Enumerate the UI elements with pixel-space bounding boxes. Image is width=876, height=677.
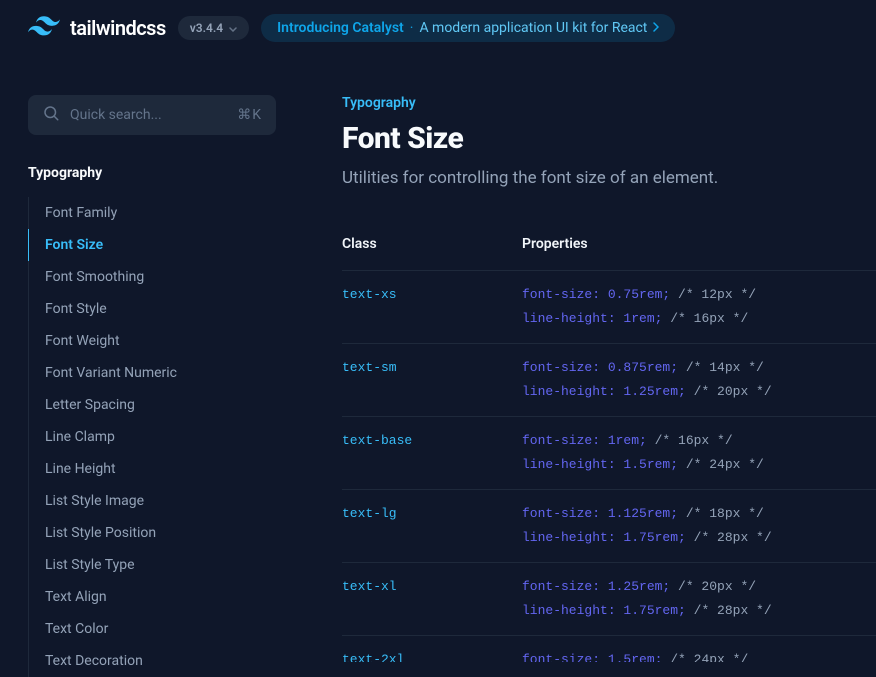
search-placeholder: Quick search... bbox=[70, 107, 162, 123]
table-row: text-base font-size: 1rem; /* 16px */line… bbox=[342, 417, 876, 490]
table-row: text-xs font-size: 0.75rem; /* 12px */lin… bbox=[342, 271, 876, 344]
utility-class: text-xs bbox=[342, 287, 397, 302]
sidebar-item-list-style-image[interactable]: List Style Image bbox=[28, 485, 292, 517]
header: tailwindcss v3.4.4 Introducing Catalyst … bbox=[0, 0, 876, 55]
nav-section-title: Typography bbox=[28, 165, 292, 181]
page-desc: Utilities for controlling the font size … bbox=[342, 168, 876, 188]
sidebar-item-letter-spacing[interactable]: Letter Spacing bbox=[28, 389, 292, 421]
version-label: v3.4.4 bbox=[190, 21, 223, 35]
brand-name: tailwindcss bbox=[70, 16, 166, 40]
sidebar-item-font-weight[interactable]: Font Weight bbox=[28, 325, 292, 357]
page-title: Font Size bbox=[342, 121, 876, 156]
sidebar-item-line-height[interactable]: Line Height bbox=[28, 453, 292, 485]
main-content: Typography Font Size Utilities for contr… bbox=[292, 55, 876, 662]
promo-banner[interactable]: Introducing Catalyst · A modern applicat… bbox=[261, 14, 675, 42]
sidebar-item-font-smoothing[interactable]: Font Smoothing bbox=[28, 261, 292, 293]
promo-title: Introducing Catalyst bbox=[277, 20, 404, 36]
search-icon bbox=[42, 104, 60, 126]
utility-properties: font-size: 0.875rem; /* 14px */line-heig… bbox=[522, 356, 876, 404]
table-head-properties: Properties bbox=[522, 236, 876, 271]
utility-class: text-2xl bbox=[342, 652, 404, 662]
sidebar-item-line-clamp[interactable]: Line Clamp bbox=[28, 421, 292, 453]
chevron-right-icon bbox=[653, 21, 659, 35]
utilities-table: Class Properties text-xs font-size: 0.75r… bbox=[342, 236, 876, 662]
breadcrumb[interactable]: Typography bbox=[342, 95, 876, 111]
sidebar: Quick search... ⌘K Typography Font Famil… bbox=[0, 55, 292, 662]
logo-link[interactable]: tailwindcss bbox=[28, 16, 166, 40]
table-row: text-sm font-size: 0.875rem; /* 14px */li… bbox=[342, 344, 876, 417]
utility-properties: font-size: 1.5rem; /* 24px */ bbox=[522, 648, 876, 662]
sidebar-item-font-family[interactable]: Font Family bbox=[28, 197, 292, 229]
sidebar-item-text-align[interactable]: Text Align bbox=[28, 581, 292, 613]
utility-class: text-sm bbox=[342, 360, 397, 375]
table-row: text-2xl font-size: 1.5rem; /* 24px */ bbox=[342, 636, 876, 663]
table-row: text-xl font-size: 1.25rem; /* 20px */lin… bbox=[342, 563, 876, 636]
search-shortcut: ⌘K bbox=[237, 107, 262, 123]
utility-class: text-lg bbox=[342, 506, 397, 521]
promo-desc: A modern application UI kit for React bbox=[419, 20, 647, 36]
sidebar-item-font-variant-numeric[interactable]: Font Variant Numeric bbox=[28, 357, 292, 389]
utility-class: text-xl bbox=[342, 579, 397, 594]
sidebar-item-text-color[interactable]: Text Color bbox=[28, 613, 292, 645]
nav-list: Font FamilyFont SizeFont SmoothingFont S… bbox=[28, 197, 292, 677]
utility-properties: font-size: 0.75rem; /* 12px */line-heigh… bbox=[522, 283, 876, 331]
utility-properties: font-size: 1.125rem; /* 18px */line-heig… bbox=[522, 502, 876, 550]
sidebar-item-list-style-position[interactable]: List Style Position bbox=[28, 517, 292, 549]
utility-class: text-base bbox=[342, 433, 412, 448]
sidebar-item-text-decoration[interactable]: Text Decoration bbox=[28, 645, 292, 677]
sidebar-item-list-style-type[interactable]: List Style Type bbox=[28, 549, 292, 581]
promo-separator: · bbox=[410, 20, 414, 36]
sidebar-item-font-size[interactable]: Font Size bbox=[28, 229, 292, 261]
utility-properties: font-size: 1.25rem; /* 20px */line-heigh… bbox=[522, 575, 876, 623]
utility-properties: font-size: 1rem; /* 16px */line-height: … bbox=[522, 429, 876, 477]
table-row: text-lg font-size: 1.125rem; /* 18px */li… bbox=[342, 490, 876, 563]
search-button[interactable]: Quick search... ⌘K bbox=[28, 95, 276, 135]
version-selector[interactable]: v3.4.4 bbox=[178, 16, 249, 40]
tailwind-logo-icon bbox=[28, 16, 60, 40]
table-head-class: Class bbox=[342, 236, 522, 271]
sidebar-item-font-style[interactable]: Font Style bbox=[28, 293, 292, 325]
chevron-down-icon bbox=[229, 21, 237, 35]
